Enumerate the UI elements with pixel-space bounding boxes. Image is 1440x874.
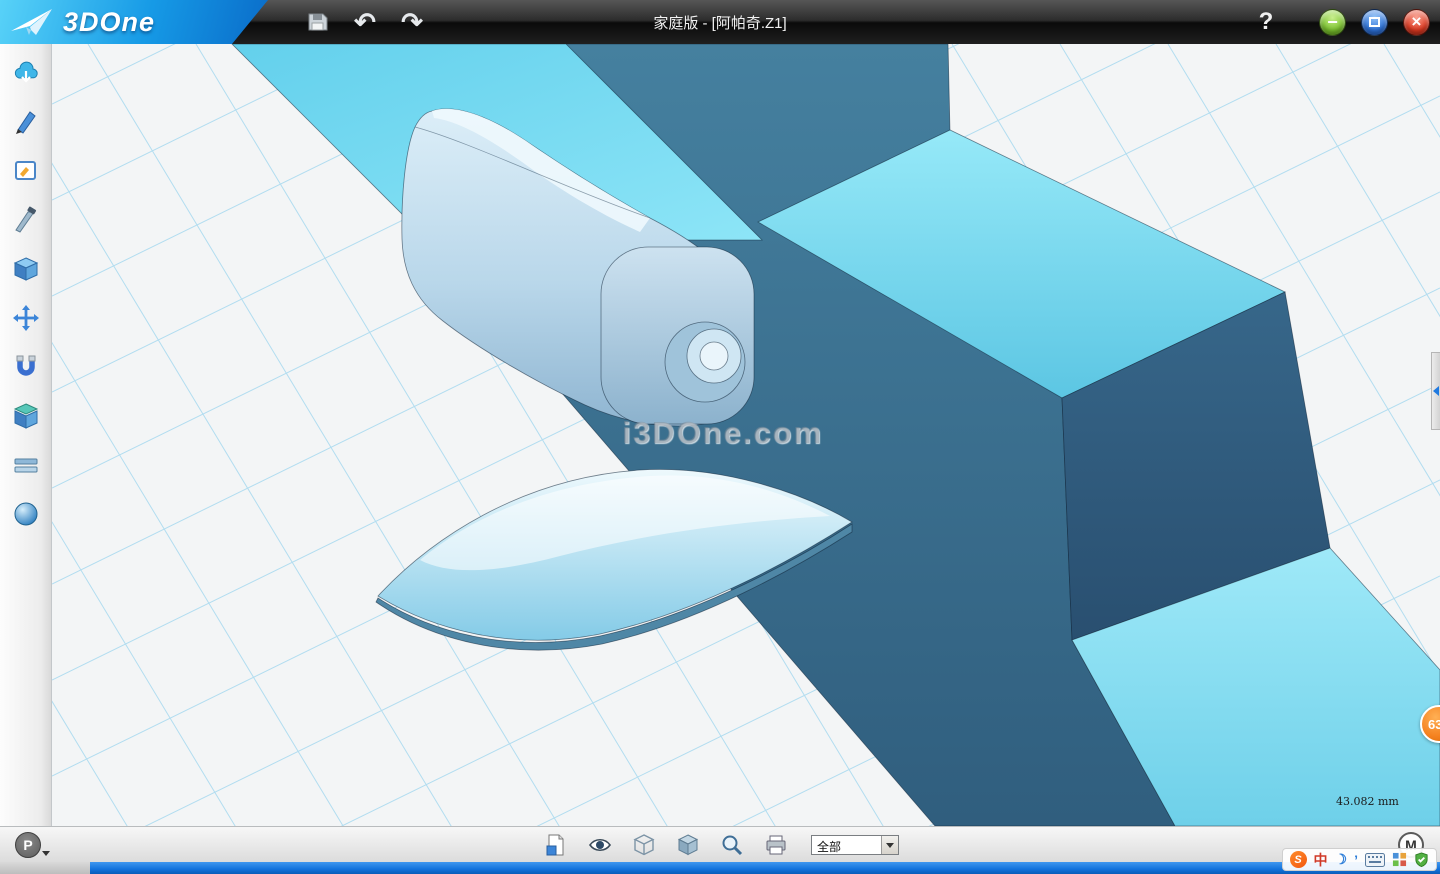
sheet-view-button[interactable] bbox=[541, 831, 571, 859]
display-filter-select[interactable]: 全部 bbox=[811, 835, 899, 855]
minimize-button[interactable]: − bbox=[1319, 9, 1346, 36]
dimension-readout: 43.082 mm bbox=[1336, 795, 1399, 808]
caret-down-icon bbox=[886, 843, 894, 848]
zoom-button[interactable] bbox=[717, 831, 747, 859]
wireframe-display-button[interactable] bbox=[629, 831, 659, 859]
close-icon: × bbox=[1412, 12, 1422, 32]
window-title: 家庭版 - [阿帕奇.Z1] bbox=[653, 0, 786, 44]
shaded-cube-icon bbox=[676, 833, 700, 857]
save-icon bbox=[306, 10, 330, 34]
wireframe-cube-icon bbox=[632, 833, 656, 857]
tool-snap-assembly[interactable] bbox=[7, 352, 45, 382]
left-toolbar bbox=[0, 44, 52, 826]
redo-button[interactable]: ↷ bbox=[397, 6, 427, 38]
ime-punct-icon[interactable]: ’ bbox=[1354, 852, 1358, 868]
ime-toolbox-icon[interactable] bbox=[1392, 852, 1407, 867]
zoom-icon bbox=[720, 833, 744, 857]
pen-icon bbox=[12, 108, 40, 136]
plan-view-dropdown-caret[interactable] bbox=[42, 851, 50, 856]
ime-lang-indicator[interactable]: 中 bbox=[1314, 850, 1328, 870]
undo-icon: ↶ bbox=[354, 9, 376, 35]
ime-sogou-icon[interactable]: S bbox=[1290, 851, 1307, 868]
apache-model[interactable] bbox=[232, 44, 1440, 826]
save-button[interactable] bbox=[303, 6, 333, 38]
undo-button[interactable]: ↶ bbox=[350, 6, 380, 38]
view-controls-group: 全部 bbox=[541, 827, 899, 863]
window-controls: − × bbox=[1319, 0, 1430, 44]
bottom-toolbar: P bbox=[0, 826, 1440, 862]
taskbar-strip bbox=[0, 862, 1440, 874]
titlebar: 3DOne ↶ ↷ 家庭版 - [阿帕奇.Z1] ? − bbox=[0, 0, 1440, 44]
sphere-icon bbox=[12, 500, 40, 528]
tool-sketch-draw[interactable] bbox=[7, 107, 45, 137]
3done-application-window: 3DOne ↶ ↷ 家庭版 - [阿帕奇.Z1] ? − bbox=[0, 0, 1440, 874]
magnet-icon bbox=[12, 353, 40, 381]
restore-button[interactable] bbox=[1361, 9, 1388, 36]
sketch-page-icon bbox=[12, 157, 40, 185]
watermark: i3DOne.com bbox=[622, 415, 823, 451]
knife-icon bbox=[12, 206, 40, 234]
cube-icon bbox=[12, 255, 40, 283]
eye-icon bbox=[587, 833, 613, 857]
tool-boolean-combine[interactable] bbox=[7, 401, 45, 431]
tool-transform-move[interactable] bbox=[7, 303, 45, 333]
app-logo-text: 3DOne bbox=[63, 7, 155, 38]
shaded-display-button[interactable] bbox=[673, 831, 703, 859]
plan-view-button[interactable]: P bbox=[15, 832, 41, 858]
ime-shield-icon[interactable] bbox=[1414, 852, 1429, 867]
close-button[interactable]: × bbox=[1403, 9, 1430, 36]
chevron-left-icon bbox=[1433, 386, 1439, 396]
tool-dimension[interactable] bbox=[7, 450, 45, 480]
titlebar-actions: ↶ ↷ bbox=[303, 0, 427, 44]
redo-icon: ↷ bbox=[401, 9, 423, 35]
move-arrows-icon bbox=[12, 304, 40, 332]
tool-sketch-plane[interactable] bbox=[7, 156, 45, 186]
print-button[interactable] bbox=[761, 831, 791, 859]
panel-expand-handle[interactable] bbox=[1431, 352, 1440, 430]
cloud-model-icon bbox=[12, 59, 40, 87]
ime-moon-icon[interactable]: ☽ bbox=[1335, 851, 1348, 868]
help-button[interactable]: ? bbox=[1250, 0, 1282, 44]
app-logo: 3DOne bbox=[0, 0, 268, 44]
sheet-icon bbox=[544, 833, 568, 857]
paper-plane-icon bbox=[10, 7, 54, 37]
tool-model-library[interactable] bbox=[7, 58, 45, 88]
ime-status-bar: S 中 ☽ ’ bbox=[1282, 848, 1437, 871]
ruler-icon bbox=[12, 451, 40, 479]
taskbar-blue-bar bbox=[90, 862, 1440, 874]
restore-icon bbox=[1369, 17, 1380, 27]
minimize-icon: − bbox=[1327, 12, 1338, 33]
visibility-button[interactable] bbox=[585, 831, 615, 859]
tool-material-render[interactable] bbox=[7, 499, 45, 529]
tool-edit-trim[interactable] bbox=[7, 205, 45, 235]
taskbar-corner bbox=[0, 862, 90, 874]
print-icon bbox=[764, 833, 788, 857]
ime-keyboard-icon[interactable] bbox=[1365, 853, 1385, 867]
layered-cube-icon bbox=[12, 402, 40, 430]
display-filter-dropdown-button[interactable] bbox=[881, 836, 898, 854]
tool-solid-primitive[interactable] bbox=[7, 254, 45, 284]
nozzle-cap[interactable] bbox=[700, 342, 728, 370]
display-filter-value: 全部 bbox=[812, 836, 881, 854]
3d-viewport[interactable]: i3DOne.com 43.082 mm 63 bbox=[52, 44, 1440, 826]
